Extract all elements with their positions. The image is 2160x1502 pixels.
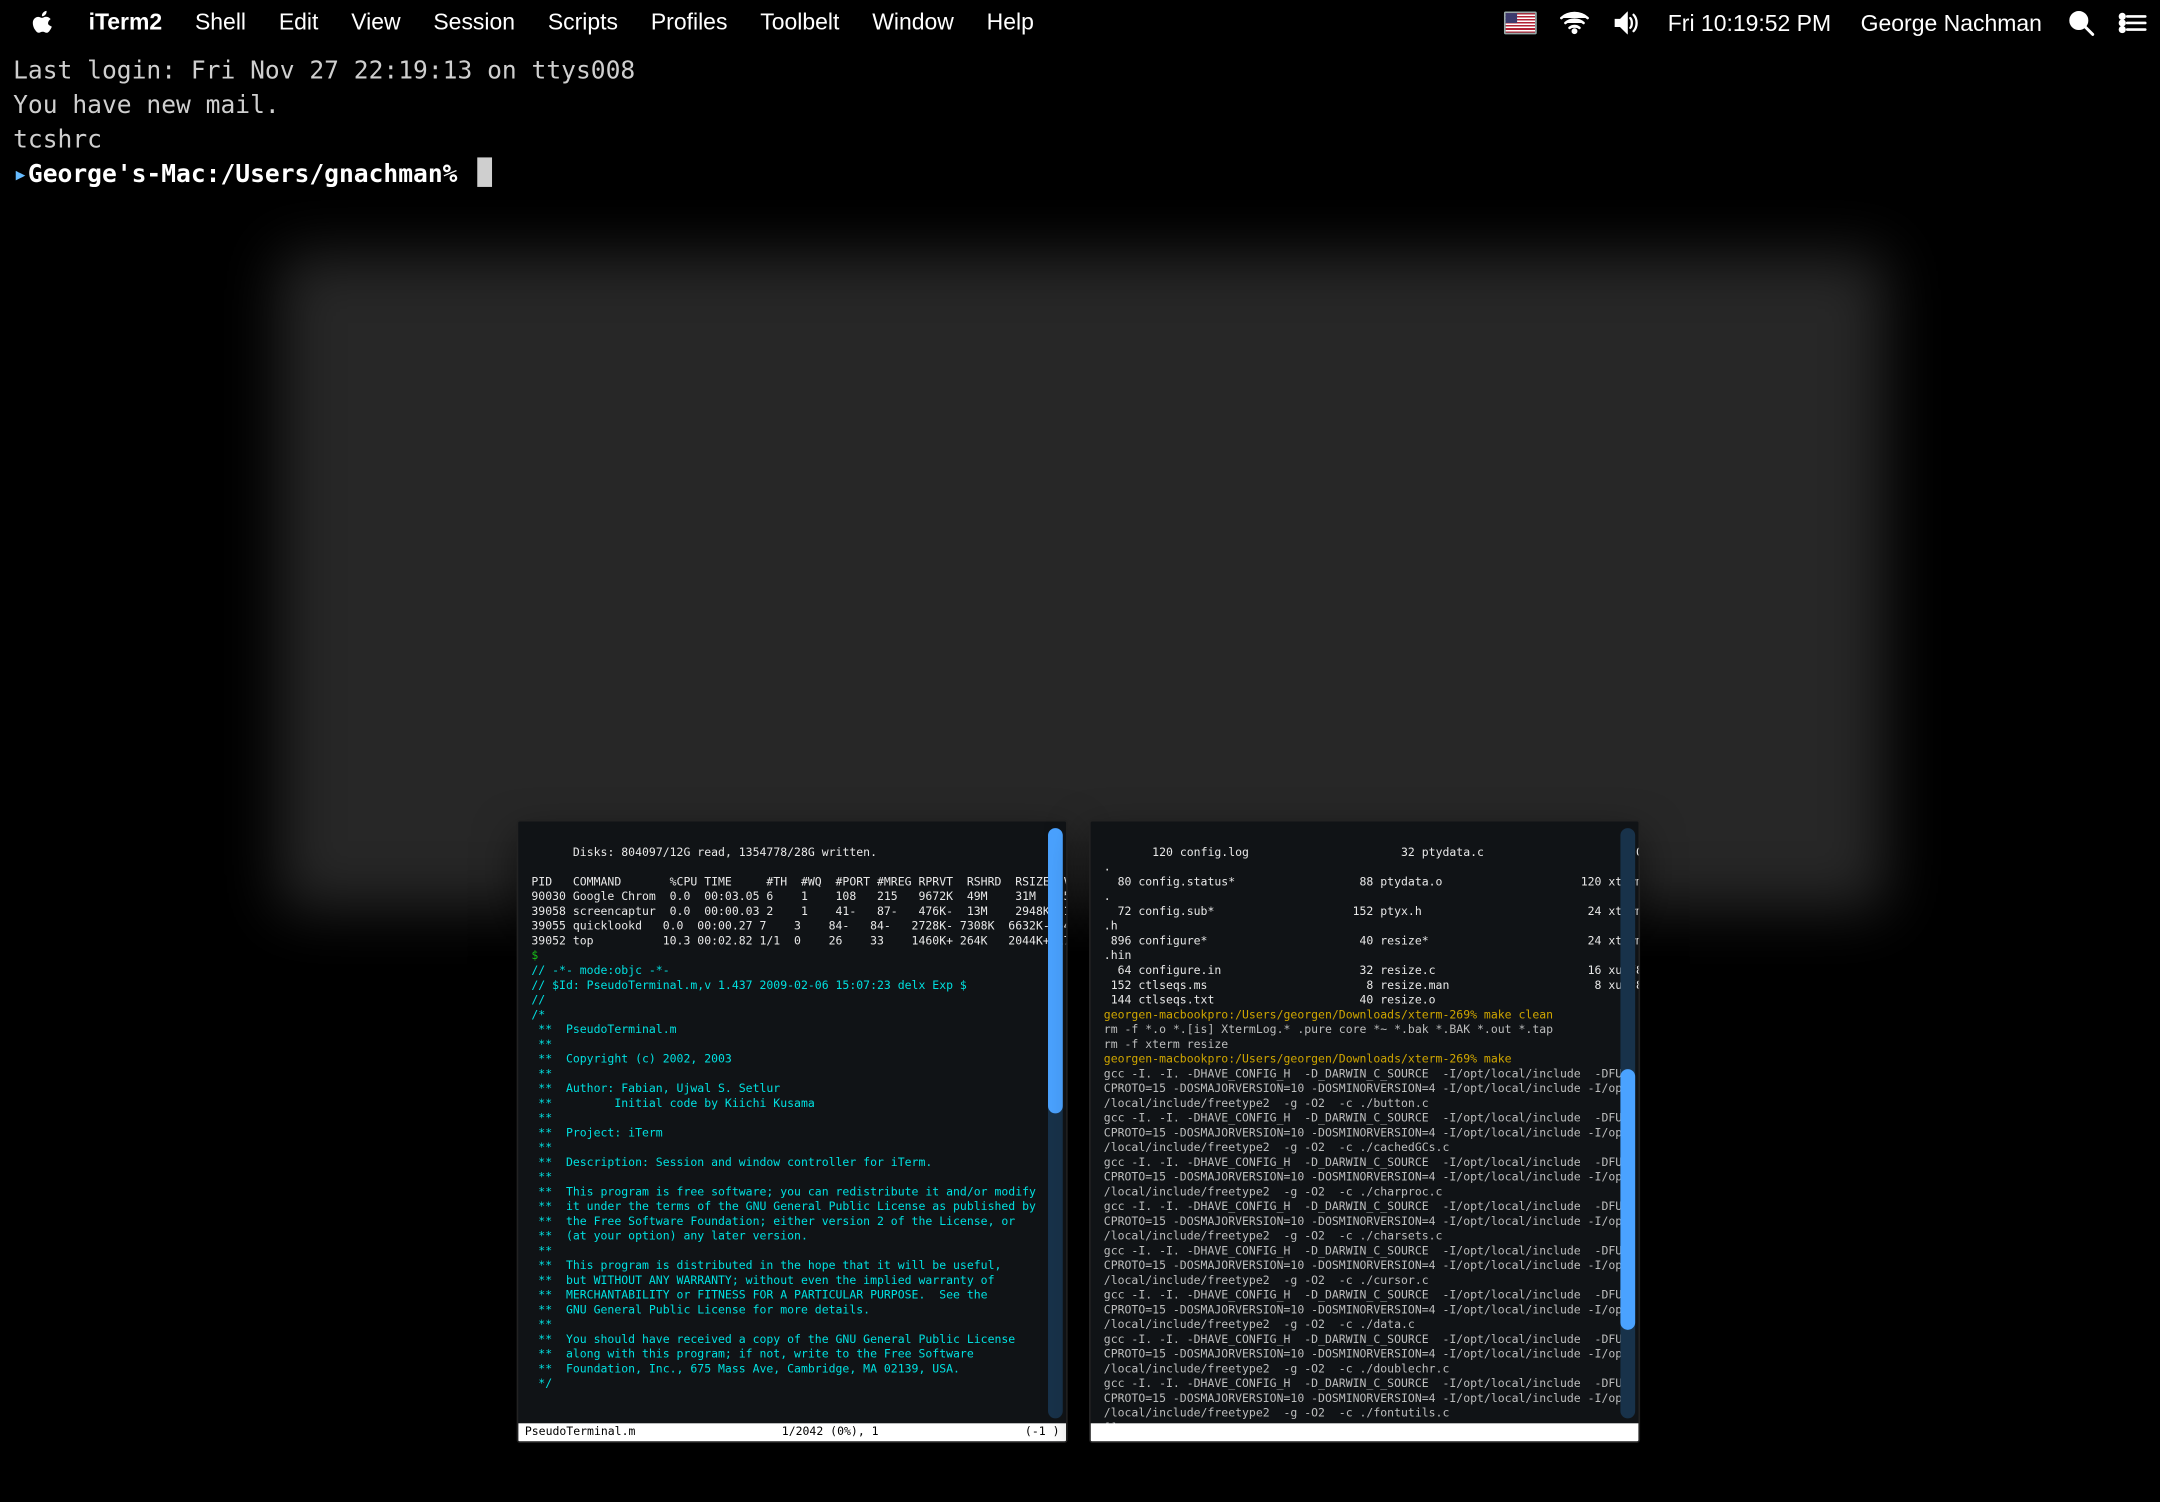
terminal-prompt: ▸George's-Mac:/Users/gnachman% bbox=[13, 159, 492, 189]
vim-statusbar: PseudoTerminal.m 1/2042 (0%), 1 (-1 ) bbox=[518, 1423, 1066, 1441]
shell-statusbar bbox=[1091, 1423, 1639, 1441]
embedded-terminals-image: Disks: 804097/12G read, 1354778/28G writ… bbox=[517, 820, 1640, 1443]
scrollbar-thumb bbox=[1620, 1069, 1635, 1329]
embedded-terminal-left: Disks: 804097/12G read, 1354778/28G writ… bbox=[517, 820, 1068, 1443]
menu-window[interactable]: Window bbox=[856, 8, 970, 34]
menu-edit[interactable]: Edit bbox=[262, 8, 334, 34]
wifi-icon[interactable] bbox=[1560, 11, 1590, 34]
spotlight-icon[interactable] bbox=[2068, 9, 2094, 35]
terminal-cursor bbox=[477, 157, 492, 187]
apple-menu[interactable] bbox=[13, 9, 72, 35]
embedded-terminal-right: 120 config.log 32 ptydata.c 0 xtermcap .… bbox=[1089, 820, 1640, 1443]
menu-profiles[interactable]: Profiles bbox=[634, 8, 743, 34]
mac-menubar: iTerm2ShellEditViewSessionScriptsProfile… bbox=[0, 0, 2160, 44]
blurred-background bbox=[279, 254, 1886, 910]
volume-icon[interactable] bbox=[1612, 11, 1642, 34]
menu-toolbelt[interactable]: Toolbelt bbox=[744, 8, 856, 34]
notification-center-icon[interactable] bbox=[2117, 11, 2147, 34]
menu-scripts[interactable]: Scripts bbox=[531, 8, 634, 34]
menu-session[interactable]: Session bbox=[417, 8, 531, 34]
menu-shell[interactable]: Shell bbox=[179, 8, 263, 34]
input-source-flag-icon[interactable] bbox=[1504, 11, 1537, 34]
menubar-clock[interactable]: Fri 10:19:52 PM bbox=[1664, 9, 1834, 35]
menubar-username[interactable]: George Nachman bbox=[1857, 9, 2045, 35]
menu-iterm2[interactable]: iTerm2 bbox=[72, 8, 178, 34]
menu-view[interactable]: View bbox=[335, 8, 417, 34]
menu-help[interactable]: Help bbox=[970, 8, 1050, 34]
scrollbar-thumb bbox=[1048, 828, 1063, 1113]
terminal-output: Last login: Fri Nov 27 22:19:13 on ttys0… bbox=[13, 56, 635, 154]
